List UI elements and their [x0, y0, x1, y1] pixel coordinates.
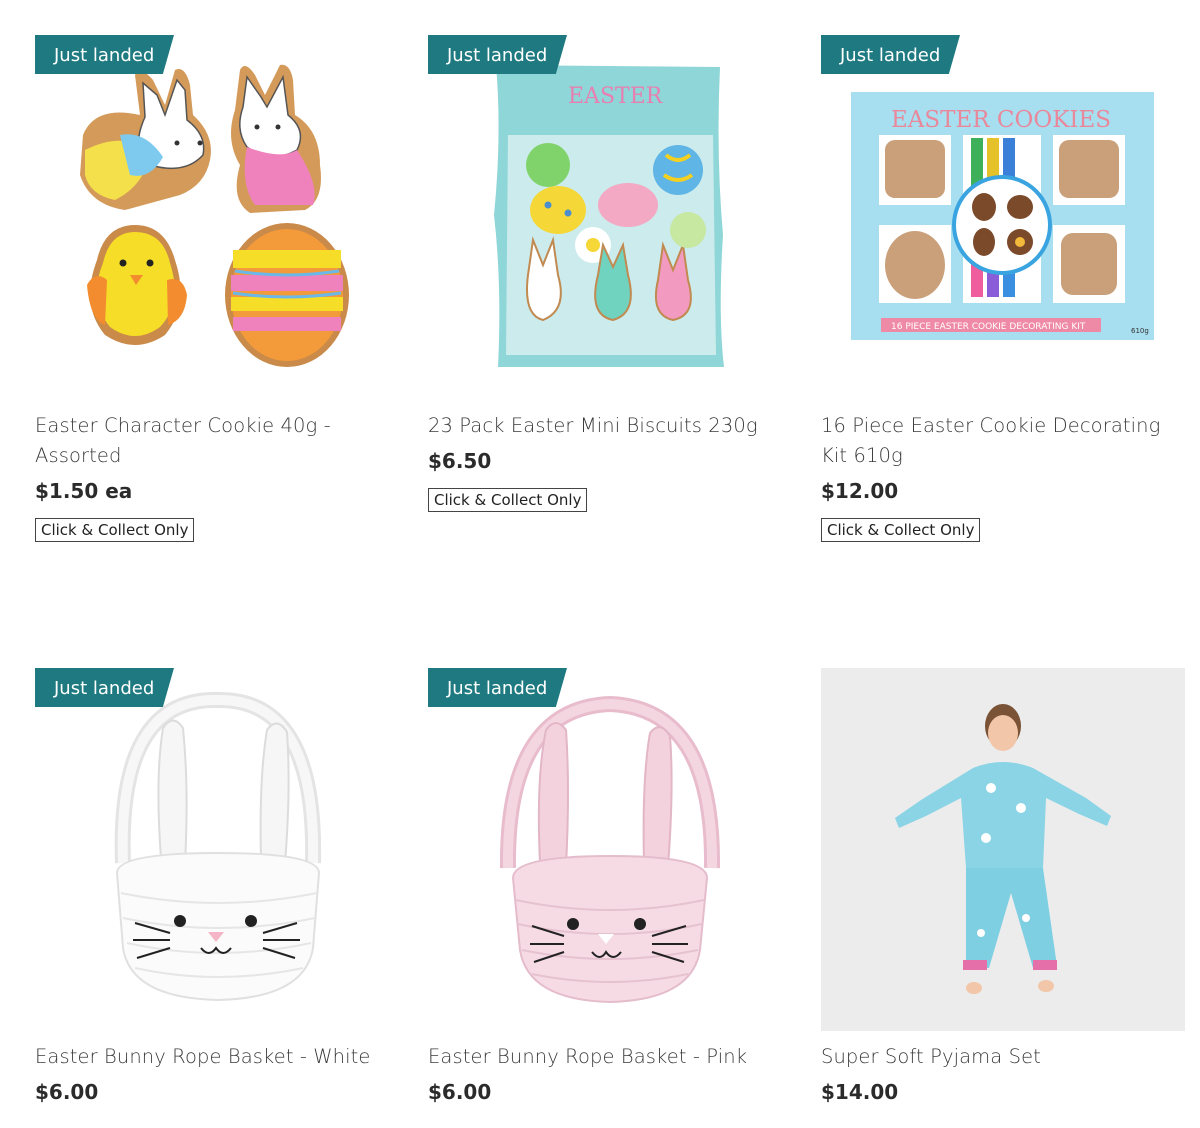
product-card[interactable]: Super Soft Pyjama Set $14.00: [821, 668, 1185, 1105]
product-name[interactable]: 23 Pack Easter Mini Biscuits 230g: [428, 411, 792, 441]
product-name[interactable]: Easter Bunny Rope Basket - Pink: [428, 1042, 792, 1072]
product-image[interactable]: [821, 668, 1185, 1031]
product-card[interactable]: Just landed EASTER 23 Pack Easter Mini B…: [428, 35, 792, 512]
product-name[interactable]: 16 Piece Easter Cookie Decorating Kit 61…: [821, 411, 1185, 471]
product-image[interactable]: Just landed EASTER COOKIES 16 PIECE EAST…: [821, 35, 1185, 399]
svg-text:16 PIECE EASTER COOKIE DECORAT: 16 PIECE EASTER COOKIE DECORATING KIT: [891, 322, 1086, 332]
product-image[interactable]: Just landed EASTER: [428, 35, 792, 399]
cookie-kit-box-image: EASTER COOKIES 16 PIECE EASTER COOKIE DE…: [851, 92, 1154, 340]
easter-character-cookies-image: [80, 64, 349, 367]
product-image[interactable]: Just landed: [428, 668, 792, 1031]
just-landed-badge: Just landed: [428, 35, 567, 74]
product-card[interactable]: Just landed EASTER COOKIES 16 PIECE EAST…: [821, 35, 1185, 542]
product-price: $12.00: [821, 479, 899, 503]
click-collect-badge: Click & Collect Only: [428, 488, 588, 512]
product-image[interactable]: Just landed: [35, 35, 399, 399]
product-price: $1.50 ea: [35, 479, 133, 503]
mini-biscuits-bag-image: EASTER: [494, 65, 724, 367]
product-name[interactable]: Super Soft Pyjama Set: [821, 1042, 1185, 1072]
product-price: $6.50: [428, 449, 492, 473]
product-card[interactable]: Just landed Easter Bunny Rope Basket - W…: [35, 668, 399, 1105]
product-price: $6.00: [428, 1080, 492, 1104]
white-bunny-basket-image: [114, 691, 322, 1002]
svg-text:EASTER: EASTER: [568, 84, 664, 109]
click-collect-badge: Click & Collect Only: [35, 518, 195, 542]
click-collect-badge: Click & Collect Only: [821, 518, 981, 542]
product-name[interactable]: Easter Character Cookie 40g - Assorted: [35, 411, 399, 471]
product-card[interactable]: Just landed Easter Bunny Rope Basket - P…: [428, 668, 792, 1105]
svg-text:610g: 610g: [1131, 327, 1149, 335]
pink-bunny-basket-image: [499, 695, 721, 1004]
product-name[interactable]: Easter Bunny Rope Basket - White: [35, 1042, 399, 1072]
just-landed-badge: Just landed: [428, 668, 567, 707]
just-landed-badge: Just landed: [821, 35, 960, 74]
just-landed-badge: Just landed: [35, 668, 174, 707]
product-image[interactable]: Just landed: [35, 668, 399, 1031]
child-pyjama-photo: [821, 668, 1185, 1031]
product-card[interactable]: Just landed Easter Character Cookie 40g …: [35, 35, 399, 542]
just-landed-badge: Just landed: [35, 35, 174, 74]
product-price: $6.00: [35, 1080, 99, 1104]
product-price: $14.00: [821, 1080, 899, 1104]
svg-text:EASTER COOKIES: EASTER COOKIES: [891, 107, 1111, 133]
